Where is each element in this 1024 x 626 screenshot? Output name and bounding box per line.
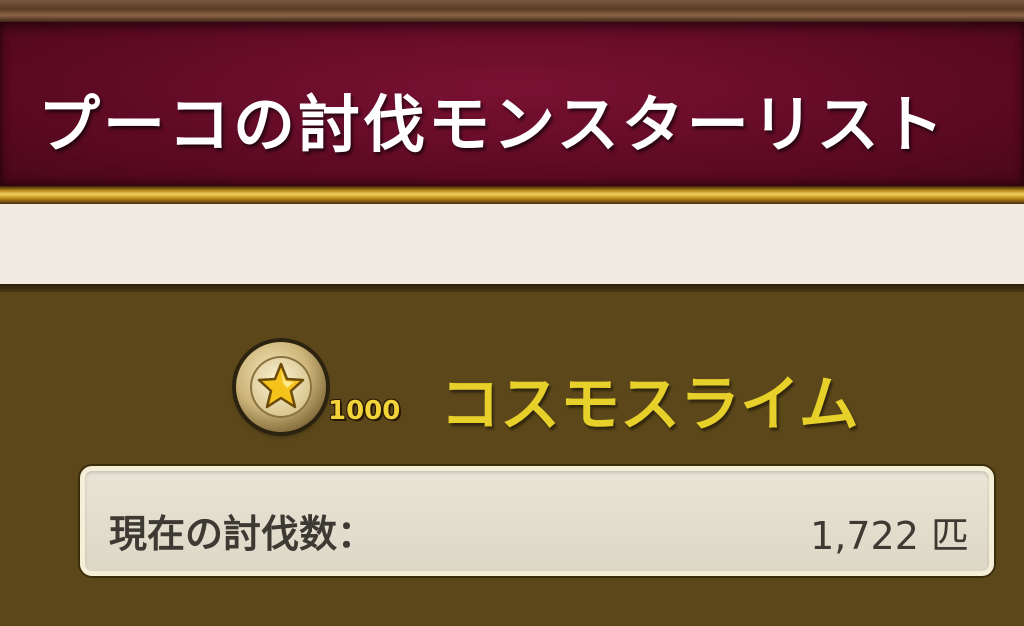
- gold-trim-divider: [0, 186, 1024, 204]
- star-medal-icon: [236, 342, 326, 432]
- kill-count-label: 現在の討伐数：: [109, 512, 376, 556]
- monster-name: コスモスライム: [440, 370, 859, 440]
- page-title: プーコの討伐モンスターリスト: [38, 88, 947, 161]
- medal-count-badge: 1000: [328, 396, 401, 426]
- top-wood-strip: [0, 0, 1024, 22]
- star-icon: [257, 362, 305, 409]
- header-banner: プーコの討伐モンスターリスト: [0, 22, 1024, 186]
- panel-divider: [0, 284, 1024, 292]
- cream-band: [0, 204, 1024, 284]
- monster-list-screen: プーコの討伐モンスターリスト 1000 コスモスライム 現在の討伐数： 1,72…: [0, 0, 1024, 626]
- kill-count-value: 1,722 匹: [810, 514, 969, 558]
- kill-count-box: 現在の討伐数： 1,722 匹: [80, 466, 994, 576]
